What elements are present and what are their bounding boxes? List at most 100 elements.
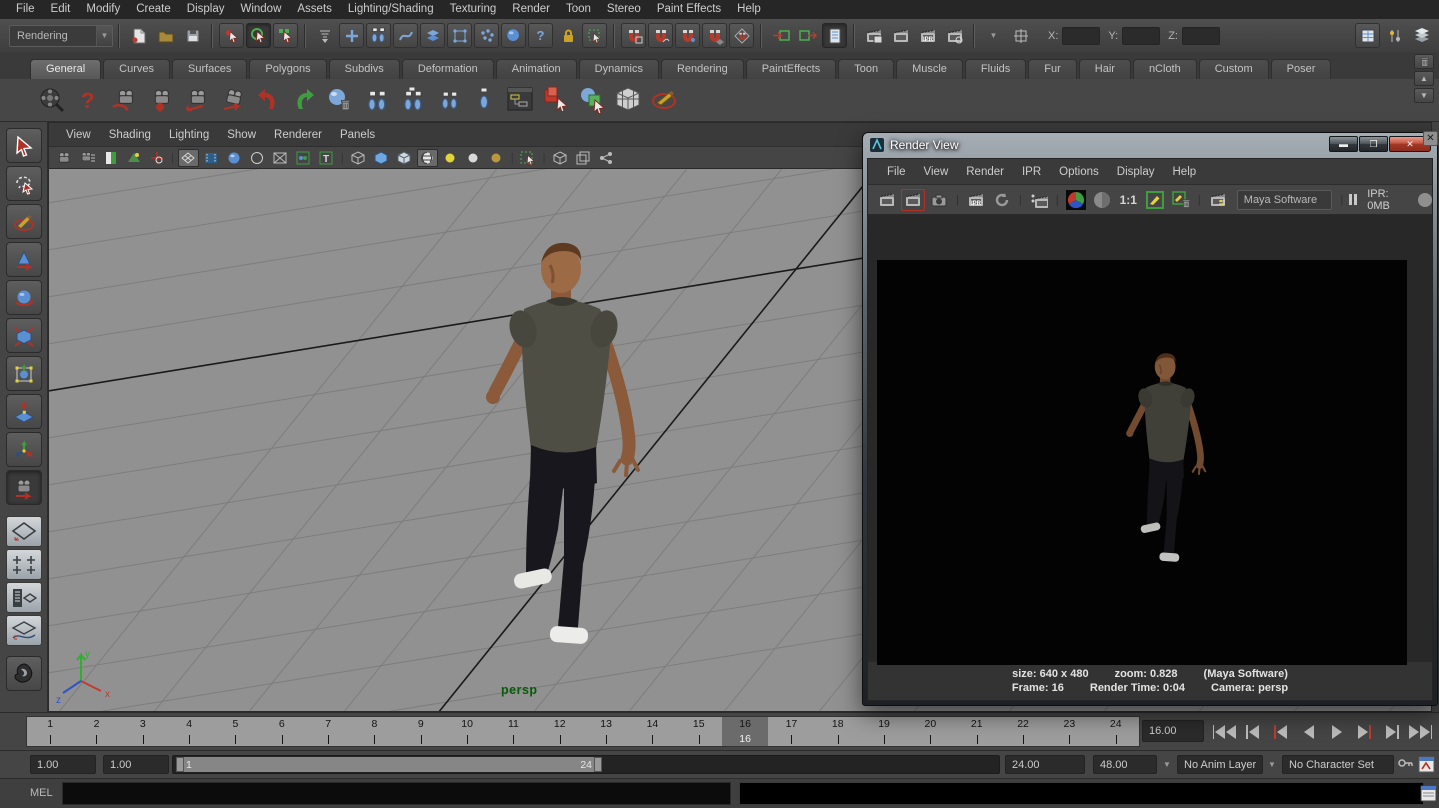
frame-cell[interactable]: 14 <box>629 717 675 746</box>
frame-cell[interactable]: 11 <box>490 717 536 746</box>
set-key-icon[interactable] <box>1398 758 1414 772</box>
select-poly-icon[interactable] <box>538 82 574 118</box>
menuset-dropdown[interactable]: Rendering ▼ <box>9 25 113 47</box>
all-lights-icon[interactable] <box>463 149 484 167</box>
wireframe-icon[interactable] <box>348 149 369 167</box>
animation-start-field[interactable]: 1.00 <box>30 755 96 774</box>
shelf-tab[interactable]: Muscle <box>896 59 963 79</box>
camera-orbit-icon[interactable] <box>106 82 142 118</box>
shelf-tab[interactable]: Fur <box>1028 59 1077 79</box>
plane-toggle-icon[interactable] <box>572 149 593 167</box>
current-time-field[interactable]: 16.00 <box>1142 720 1204 742</box>
panel-menu-item[interactable]: Renderer <box>265 129 331 141</box>
soft-modification-tool[interactable] <box>6 394 42 429</box>
frame-cell[interactable]: 21 <box>954 717 1000 746</box>
default-light-icon[interactable] <box>440 149 461 167</box>
frame-cell[interactable]: 17 <box>768 717 814 746</box>
menu-item[interactable]: Paint Effects <box>649 0 729 19</box>
snap-to-plane-icon[interactable] <box>702 23 727 48</box>
layout-outliner-persp-button[interactable] <box>6 582 42 613</box>
panel-menu-item[interactable]: View <box>57 129 100 141</box>
shelf-tab[interactable]: Polygons <box>249 59 326 79</box>
shelf-tab[interactable]: Curves <box>103 59 170 79</box>
render-icon[interactable] <box>875 189 899 211</box>
rotate-tool[interactable] <box>6 280 42 315</box>
character-set-select[interactable]: No Character Set <box>1282 755 1394 774</box>
render-settings-icon[interactable] <box>942 23 967 48</box>
menu-item[interactable]: File <box>8 0 43 19</box>
keep-image-icon[interactable] <box>1143 189 1167 211</box>
make-live-icon[interactable] <box>729 23 754 48</box>
mask-curves-icon[interactable] <box>393 23 418 48</box>
show-manipulator-tool[interactable] <box>6 432 42 467</box>
render-view-menu-item[interactable]: View <box>915 166 958 178</box>
grid-toggle-icon[interactable] <box>178 149 199 167</box>
layout-hypergraph-persp-button[interactable] <box>6 615 42 646</box>
selected-object-icon[interactable] <box>574 82 610 118</box>
select-object-icon[interactable] <box>246 23 271 48</box>
joint-chain-c-icon[interactable] <box>430 82 466 118</box>
cube-group-icon[interactable] <box>610 82 646 118</box>
shelf-tab[interactable]: nCloth <box>1133 59 1197 79</box>
joint-chain-d-icon[interactable] <box>466 82 502 118</box>
step-back-frame-button[interactable] <box>1241 721 1264 743</box>
textured-icon[interactable] <box>394 149 415 167</box>
frame-cell[interactable]: 3 <box>120 717 166 746</box>
dragon-icon[interactable] <box>6 656 42 691</box>
bookmark-icon[interactable] <box>100 149 121 167</box>
ipr-render-icon[interactable]: IPR <box>915 23 940 48</box>
scale-tool[interactable] <box>6 318 42 353</box>
play-forwards-button[interactable] <box>1325 721 1348 743</box>
close-icon[interactable]: ✕ <box>1423 131 1438 146</box>
redo-icon[interactable] <box>286 82 322 118</box>
frame-cell[interactable]: 7 <box>305 717 351 746</box>
construction-history-icon[interactable] <box>822 23 847 48</box>
camera-aim-icon[interactable] <box>214 82 250 118</box>
shelf-tab[interactable]: Fluids <box>965 59 1026 79</box>
render-view-area[interactable] <box>868 215 1432 662</box>
menu-item[interactable]: Stereo <box>599 0 649 19</box>
frame-cell[interactable]: 23 <box>1046 717 1092 746</box>
render-view-titlebar[interactable]: Render View ▬ ❒ ✕ <box>863 133 1437 156</box>
panel-menu-item[interactable]: Lighting <box>160 129 218 141</box>
range-slider-track[interactable]: 1 24 <box>172 755 1000 774</box>
menu-item[interactable]: Window <box>232 0 289 19</box>
menu-item[interactable]: Create <box>128 0 179 19</box>
frame-cell[interactable]: 6 <box>259 717 305 746</box>
shelf-tab[interactable]: Surfaces <box>172 59 247 79</box>
snap-to-grid-icon[interactable] <box>621 23 646 48</box>
go-to-end-button[interactable] <box>1409 721 1432 743</box>
frame-cell[interactable]: 24 <box>1093 717 1139 746</box>
render-view-menu-item[interactable]: IPR <box>1013 166 1050 178</box>
range-start-handle[interactable] <box>176 757 184 772</box>
layout-four-pane-button[interactable] <box>6 549 42 580</box>
ipr-render-icon[interactable]: IPR <box>964 189 988 211</box>
mask-dynamics-icon[interactable] <box>474 23 499 48</box>
auto-keyframe-icon[interactable] <box>1418 756 1435 773</box>
layout-single-pane-button[interactable] <box>6 516 42 547</box>
frame-ruler[interactable]: 1 2 3 4 5 <box>26 716 1140 747</box>
shelf-scroll-up-icon[interactable]: ▲ <box>1414 71 1434 86</box>
snap-to-point-icon[interactable] <box>675 23 700 48</box>
frame-cell[interactable]: 12 <box>537 717 583 746</box>
menu-item[interactable]: Toon <box>558 0 599 19</box>
playback-start-field[interactable]: 1.00 <box>103 755 169 774</box>
output-connections-icon[interactable] <box>795 23 820 48</box>
camera-attributes-icon[interactable] <box>77 149 98 167</box>
renderer-dropdown[interactable]: Maya Software <box>1237 190 1333 210</box>
open-scene-icon[interactable] <box>153 23 178 48</box>
frame-cell[interactable]: 22 <box>1000 717 1046 746</box>
play-backwards-button[interactable] <box>1297 721 1320 743</box>
script-editor-icon[interactable] <box>1420 785 1437 802</box>
step-back-key-button[interactable] <box>1269 721 1292 743</box>
panel-menu-item[interactable]: Show <box>218 129 265 141</box>
shelf-tab[interactable]: Poser <box>1271 59 1332 79</box>
safe-title-icon[interactable]: T <box>316 149 337 167</box>
rendered-image[interactable] <box>877 260 1407 665</box>
render-view-menu-item[interactable]: Options <box>1050 166 1108 178</box>
menu-item[interactable]: Assets <box>289 0 340 19</box>
shelf-tab[interactable]: PaintEffects <box>746 59 837 79</box>
select-component-icon[interactable] <box>273 23 298 48</box>
smooth-shade-icon[interactable] <box>371 149 392 167</box>
shelf-tab[interactable]: General <box>30 59 101 79</box>
